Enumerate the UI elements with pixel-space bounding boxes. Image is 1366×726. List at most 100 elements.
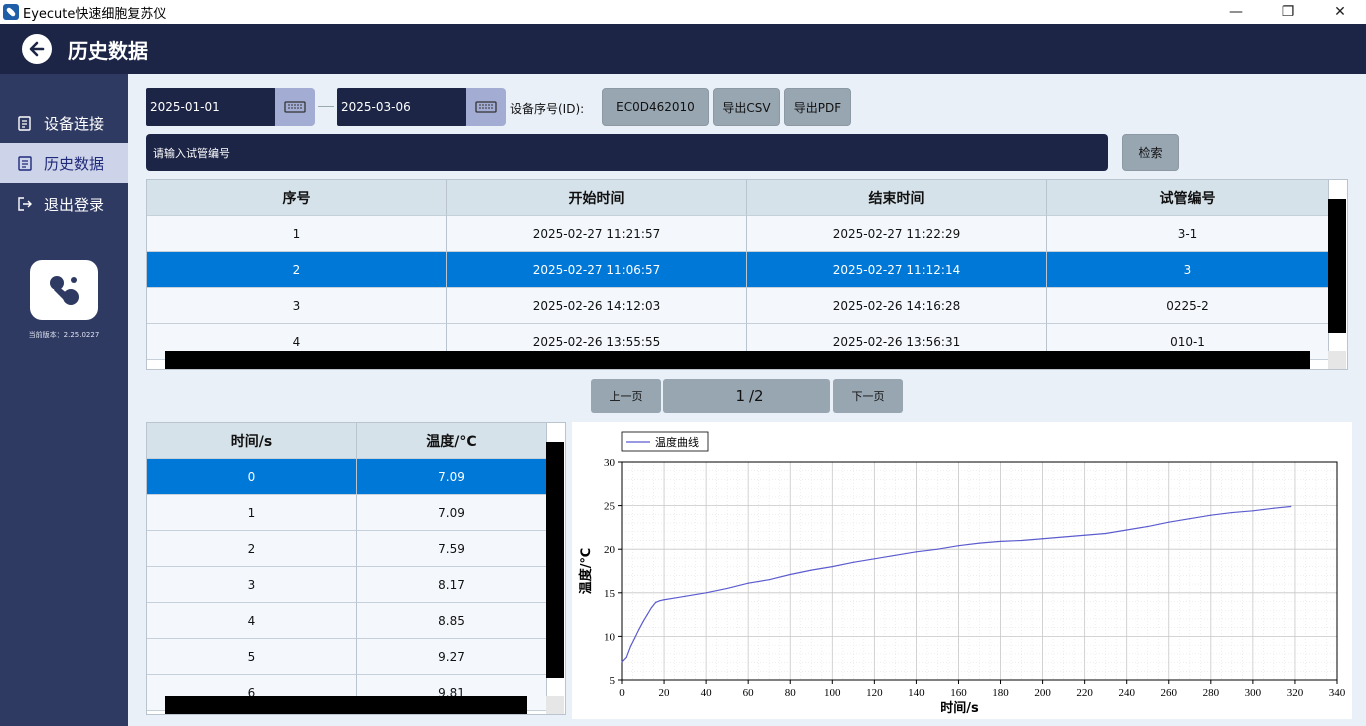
back-button[interactable] — [22, 34, 52, 64]
records-table: 序号 开始时间 结束时间 试管编号 1 2025-02-27 11:21:57 … — [146, 179, 1348, 370]
vertical-scrollbar[interactable] — [1328, 199, 1346, 333]
data-point — [789, 573, 791, 576]
table-row[interactable]: 1 7.09 — [147, 495, 547, 531]
data-point — [638, 628, 640, 631]
column-header[interactable]: 试管编号 — [1047, 180, 1329, 216]
scrollbar-corner — [1328, 351, 1346, 369]
data-point — [642, 620, 644, 623]
export-csv-button[interactable]: 导出CSV — [713, 88, 780, 126]
table-header-row: 序号 开始时间 结束时间 试管编号 — [147, 180, 1329, 216]
prev-page-button[interactable]: 上一页 — [591, 379, 661, 413]
column-header[interactable]: 时间/s — [147, 423, 357, 459]
x-tick-label: 20 — [659, 687, 671, 699]
data-point — [634, 637, 636, 639]
sidebar-item-device-connect[interactable]: 设备连接 — [0, 103, 128, 143]
data-point — [629, 645, 632, 648]
export-pdf-button[interactable]: 导出PDF — [784, 88, 851, 126]
series-line-0 — [621, 505, 1291, 663]
data-point — [655, 601, 657, 603]
close-button[interactable]: ✕ — [1314, 0, 1366, 24]
data-point — [621, 661, 623, 663]
y-tick-label: 30 — [604, 457, 616, 469]
page-title: 历史数据 — [68, 38, 148, 63]
table-row[interactable]: 1 2025-02-27 11:21:57 2025-02-27 11:22:2… — [147, 216, 1329, 252]
search-button[interactable]: 检索 — [1122, 134, 1179, 171]
data-point — [957, 545, 960, 547]
column-header[interactable]: 序号 — [147, 180, 447, 216]
temperature-table: 时间/s 温度/°C 0 7.09 1 7.09 2 7.59 3 8.17 4… — [146, 422, 566, 715]
table-cell: 3 — [1047, 252, 1329, 288]
x-tick-label: 340 — [1329, 687, 1346, 699]
sidebar-item-label: 退出登录 — [44, 195, 105, 214]
table-cell: 3 — [147, 288, 447, 324]
table-row[interactable]: 0 7.09 — [147, 459, 547, 495]
sidebar-item-label: 设备连接 — [44, 114, 105, 133]
table-row[interactable]: 3 2025-02-26 14:12:03 2025-02-26 14:16:2… — [147, 288, 1329, 324]
data-point — [1210, 514, 1212, 516]
data-point — [1168, 521, 1170, 523]
x-tick-label: 200 — [1034, 687, 1051, 699]
horizontal-scrollbar[interactable] — [165, 351, 1310, 369]
scrollbar-corner — [546, 696, 564, 714]
current-page: 1 — [735, 387, 745, 405]
table-row[interactable]: 3 8.17 — [147, 567, 547, 603]
data-point — [663, 599, 665, 601]
column-header[interactable]: 开始时间 — [447, 180, 747, 216]
start-date-calendar-button[interactable] — [275, 88, 315, 126]
x-tick-label: 80 — [785, 687, 797, 699]
horizontal-scrollbar[interactable] — [165, 696, 527, 714]
history-data-icon — [16, 154, 34, 172]
start-date-field[interactable]: 2025-01-01 — [146, 88, 276, 126]
sidebar: 设备连接 历史数据 退出登录 当前版本：2.25.0227 — [0, 74, 128, 726]
end-date-calendar-button[interactable] — [466, 88, 506, 126]
data-point — [684, 595, 686, 597]
table-row[interactable]: 2 7.59 — [147, 531, 547, 567]
data-point — [810, 569, 812, 571]
data-point — [1041, 538, 1044, 540]
restore-button[interactable]: ❐ — [1262, 0, 1314, 24]
column-header[interactable]: 温度/°C — [357, 423, 547, 459]
column-header[interactable]: 结束时间 — [747, 180, 1047, 216]
x-tick-label: 120 — [866, 687, 883, 699]
vertical-scrollbar[interactable] — [546, 442, 564, 678]
x-tick-label: 240 — [1118, 687, 1135, 699]
data-point — [1189, 518, 1191, 520]
sidebar-item-history-data[interactable]: 历史数据 — [0, 143, 128, 183]
tube-id-search-input[interactable]: 请输入试管编号 — [146, 134, 1108, 171]
table-cell: 2025-02-26 14:16:28 — [747, 288, 1047, 324]
data-point — [673, 597, 676, 599]
x-tick-label: 220 — [1076, 687, 1093, 699]
device-id-button[interactable]: EC0D462010 — [602, 88, 709, 126]
table-cell: 2 — [147, 252, 447, 288]
minimize-button[interactable]: — — [1210, 0, 1262, 24]
table-cell: 3 — [147, 567, 357, 603]
sidebar-item-logout[interactable]: 退出登录 — [0, 184, 128, 224]
y-tick-label: 15 — [604, 588, 616, 600]
data-point — [625, 656, 627, 659]
data-point — [646, 614, 648, 616]
data-point — [873, 558, 875, 560]
table-row[interactable]: 2 2025-02-27 11:06:57 2025-02-27 11:12:1… — [147, 252, 1329, 288]
next-page-button[interactable]: 下一页 — [833, 379, 903, 413]
table-cell: 7.09 — [357, 459, 547, 495]
table-cell: 2 — [147, 531, 357, 567]
table-row[interactable]: 5 9.27 — [147, 639, 547, 675]
arrow-left-icon — [29, 41, 45, 57]
table-header-row: 时间/s 温度/°C — [147, 423, 547, 459]
temperature-chart-svg: 0 20 40 60 80 100 120 140 160 180 200 220 240 260 280 3… — [578, 431, 1346, 716]
x-tick-label: 40 — [701, 687, 713, 699]
device-connect-icon — [16, 114, 34, 132]
table-cell: 8.17 — [357, 567, 547, 603]
table-row[interactable]: 4 8.85 — [147, 603, 547, 639]
date-range-separator — [318, 106, 334, 107]
calendar-icon — [284, 101, 306, 113]
total-pages: /2 — [749, 387, 764, 405]
window-title: Eyecute快速细胞复苏仪 — [23, 6, 167, 22]
main-content: 2025-01-01 2025-03-06 设备序号(ID): EC0D4620… — [128, 74, 1366, 726]
end-date-field[interactable]: 2025-03-06 — [337, 88, 467, 126]
sidebar-item-label: 历史数据 — [44, 154, 105, 173]
app-icon — [3, 4, 19, 20]
data-point — [831, 566, 833, 568]
y-tick-label: 10 — [604, 631, 616, 643]
table-cell: 1 — [147, 495, 357, 531]
